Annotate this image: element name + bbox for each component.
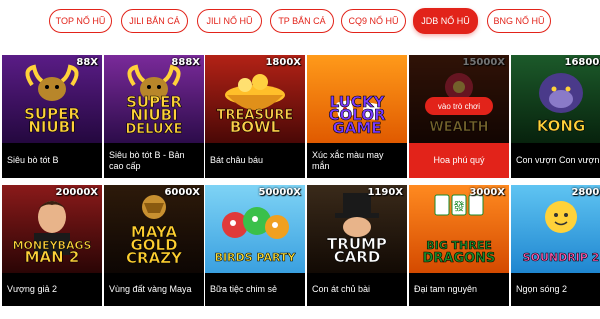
- game-thumbnail[interactable]: SOUNDRIP 2: [511, 185, 600, 273]
- multiplier-badge: 3000X: [469, 187, 505, 198]
- tab-bng-nổ-hũ[interactable]: BNG NỔ HŨ: [487, 9, 551, 33]
- tab-jili-nổ-hũ[interactable]: JILI NỔ HŨ: [197, 9, 262, 33]
- game-logo-text: CARD: [334, 248, 381, 266]
- multiplier-badge: 1190X: [367, 187, 403, 198]
- game-logo-text: NIUBI: [28, 118, 75, 136]
- multiplier-badge: 888X: [171, 57, 200, 68]
- tab-tp-bắn-cá[interactable]: TP BẮN CÁ: [270, 9, 334, 33]
- game-card[interactable]: KONG 16800X Con vượn Con vượn: [511, 55, 600, 178]
- category-tabs: TOP NỔ HŨ JILI BẮN CÁ JILI NỔ HŨ TP BẮN CÁ C…: [0, 8, 600, 35]
- mahjong-icon: 發BIG THREEDRAGONS: [409, 185, 509, 273]
- tab-top-nổ-hũ[interactable]: TOP NỔ HŨ: [49, 9, 112, 33]
- man-icon: MONEYBAGSMAN 2: [2, 185, 102, 273]
- game-title[interactable]: Xúc xắc màu may mắn: [307, 143, 407, 178]
- gold-icon: MAYAGOLDCRAZY: [104, 185, 204, 273]
- game-card[interactable]: LUCKY COLOR GAME Xúc xắc màu may mắn: [307, 55, 407, 178]
- game-card[interactable]: MONEYBAGS MAN 2 20000X Vượng giả 2: [2, 185, 102, 306]
- tab-jdb-nổ-hũ[interactable]: JDB NỔ HŨ: [413, 8, 478, 34]
- game-card[interactable]: MAYA GOLD CRAZY 6000X Vùng đất vàng Maya: [104, 185, 204, 306]
- game-title[interactable]: Bát châu báu: [205, 143, 305, 178]
- game-card[interactable]: TREASURE BOWL 1800X Bát châu báu: [205, 55, 305, 178]
- bull-icon: SUPERNIUBIDELUXE: [104, 55, 204, 143]
- svg-text:發: 發: [454, 199, 465, 213]
- bull-icon: SUPERNIUBI: [2, 55, 102, 143]
- dice-icon: LUCKYCOLORGAME: [307, 55, 407, 143]
- game-thumbnail[interactable]: LUCKY COLOR GAME: [307, 55, 407, 143]
- game-title[interactable]: Ngọn sóng 2: [511, 273, 600, 306]
- game-logo-text: DELUXE: [126, 122, 183, 137]
- play-game-button[interactable]: vào trò chơi: [425, 97, 493, 115]
- game-title[interactable]: Đại tam nguyên: [409, 273, 509, 306]
- game-card[interactable]: SOUNDRIP 2 2800X Ngọn sóng 2: [511, 185, 600, 306]
- multiplier-badge: 6000X: [164, 187, 200, 198]
- game-card[interactable]: TRUMP CARD 1190X Con át chủ bài: [307, 185, 407, 306]
- game-title[interactable]: Vượng giả 2: [2, 273, 102, 306]
- multiplier-badge: 88X: [76, 57, 98, 68]
- game-thumbnail[interactable]: MONEYBAGS MAN 2: [2, 185, 102, 273]
- game-logo-text: SOUNDRIP 2: [523, 251, 600, 264]
- game-logo-text: MAN 2: [25, 248, 80, 266]
- tab-jili-bắn-cá[interactable]: JILI BẮN CÁ: [121, 9, 188, 33]
- multiplier-badge: 20000X: [55, 187, 99, 198]
- multiplier-badge: 2800X: [571, 187, 600, 198]
- game-thumbnail[interactable]: 發 BIG THREE DRAGONS: [409, 185, 509, 273]
- game-title[interactable]: Con vượn Con vượn: [511, 143, 600, 178]
- game-thumbnail[interactable]: TRUMP CARD: [307, 185, 407, 273]
- game-card[interactable]: 發 BIG THREE DRAGONS 3000X Đại tam nguyên: [409, 185, 509, 306]
- game-thumbnail[interactable]: SUPER NIUBI: [2, 55, 102, 143]
- tab-cq9-nổ-hũ[interactable]: CQ9 NỔ HŨ: [341, 9, 406, 33]
- sun-icon: SOUNDRIP 2: [511, 185, 600, 273]
- game-logo-text: KONG: [537, 117, 586, 135]
- top-hat-icon: TRUMPCARD: [307, 185, 407, 273]
- game-thumbnail[interactable]: BIRDS PARTY: [205, 185, 305, 273]
- multiplier-badge: 16800X: [564, 57, 600, 68]
- game-card[interactable]: SUPER NIUBI DELUXE 888X Siêu bò tót B - Bản …: [104, 55, 204, 178]
- game-card[interactable]: BIRDS PARTY 50000X Bữa tiệc chim sẻ: [205, 185, 305, 306]
- game-logo-text: BIRDS PARTY: [215, 251, 297, 264]
- game-logo-text: DRAGONS: [423, 251, 496, 266]
- game-logo-text: GAME: [332, 119, 381, 137]
- game-logo-text: BOWL: [230, 118, 281, 136]
- game-title[interactable]: Bữa tiệc chim sẻ: [205, 273, 305, 306]
- game-card[interactable]: SUPER NIUBI 88X Siêu bò tót B: [2, 55, 102, 178]
- game-thumbnail[interactable]: MAYA GOLD CRAZY: [104, 185, 204, 273]
- game-thumbnail[interactable]: TREASURE BOWL: [205, 55, 305, 143]
- treasure-bowl-icon: TREASUREBOWL: [205, 55, 305, 143]
- game-thumbnail[interactable]: KONG: [511, 55, 600, 143]
- game-title[interactable]: Con át chủ bài: [307, 273, 407, 306]
- game-title[interactable]: Vùng đất vàng Maya: [104, 273, 204, 306]
- game-title[interactable]: Hoa phú quý: [409, 143, 509, 178]
- game-logo-text: CRAZY: [126, 249, 183, 267]
- game-title[interactable]: Siêu bò tót B: [2, 143, 102, 178]
- gorilla-icon: KONG: [511, 55, 600, 143]
- bird-icon: BIRDS PARTY: [205, 185, 305, 273]
- game-card[interactable]: WEALTH15000Xvào trò chơiHoa phú quý: [409, 55, 509, 178]
- multiplier-badge: 1800X: [265, 57, 301, 68]
- multiplier-badge: 50000X: [258, 187, 302, 198]
- game-title[interactable]: Siêu bò tót B - Bản cao cấp: [104, 143, 204, 178]
- game-thumbnail[interactable]: SUPER NIUBI DELUXE: [104, 55, 204, 143]
